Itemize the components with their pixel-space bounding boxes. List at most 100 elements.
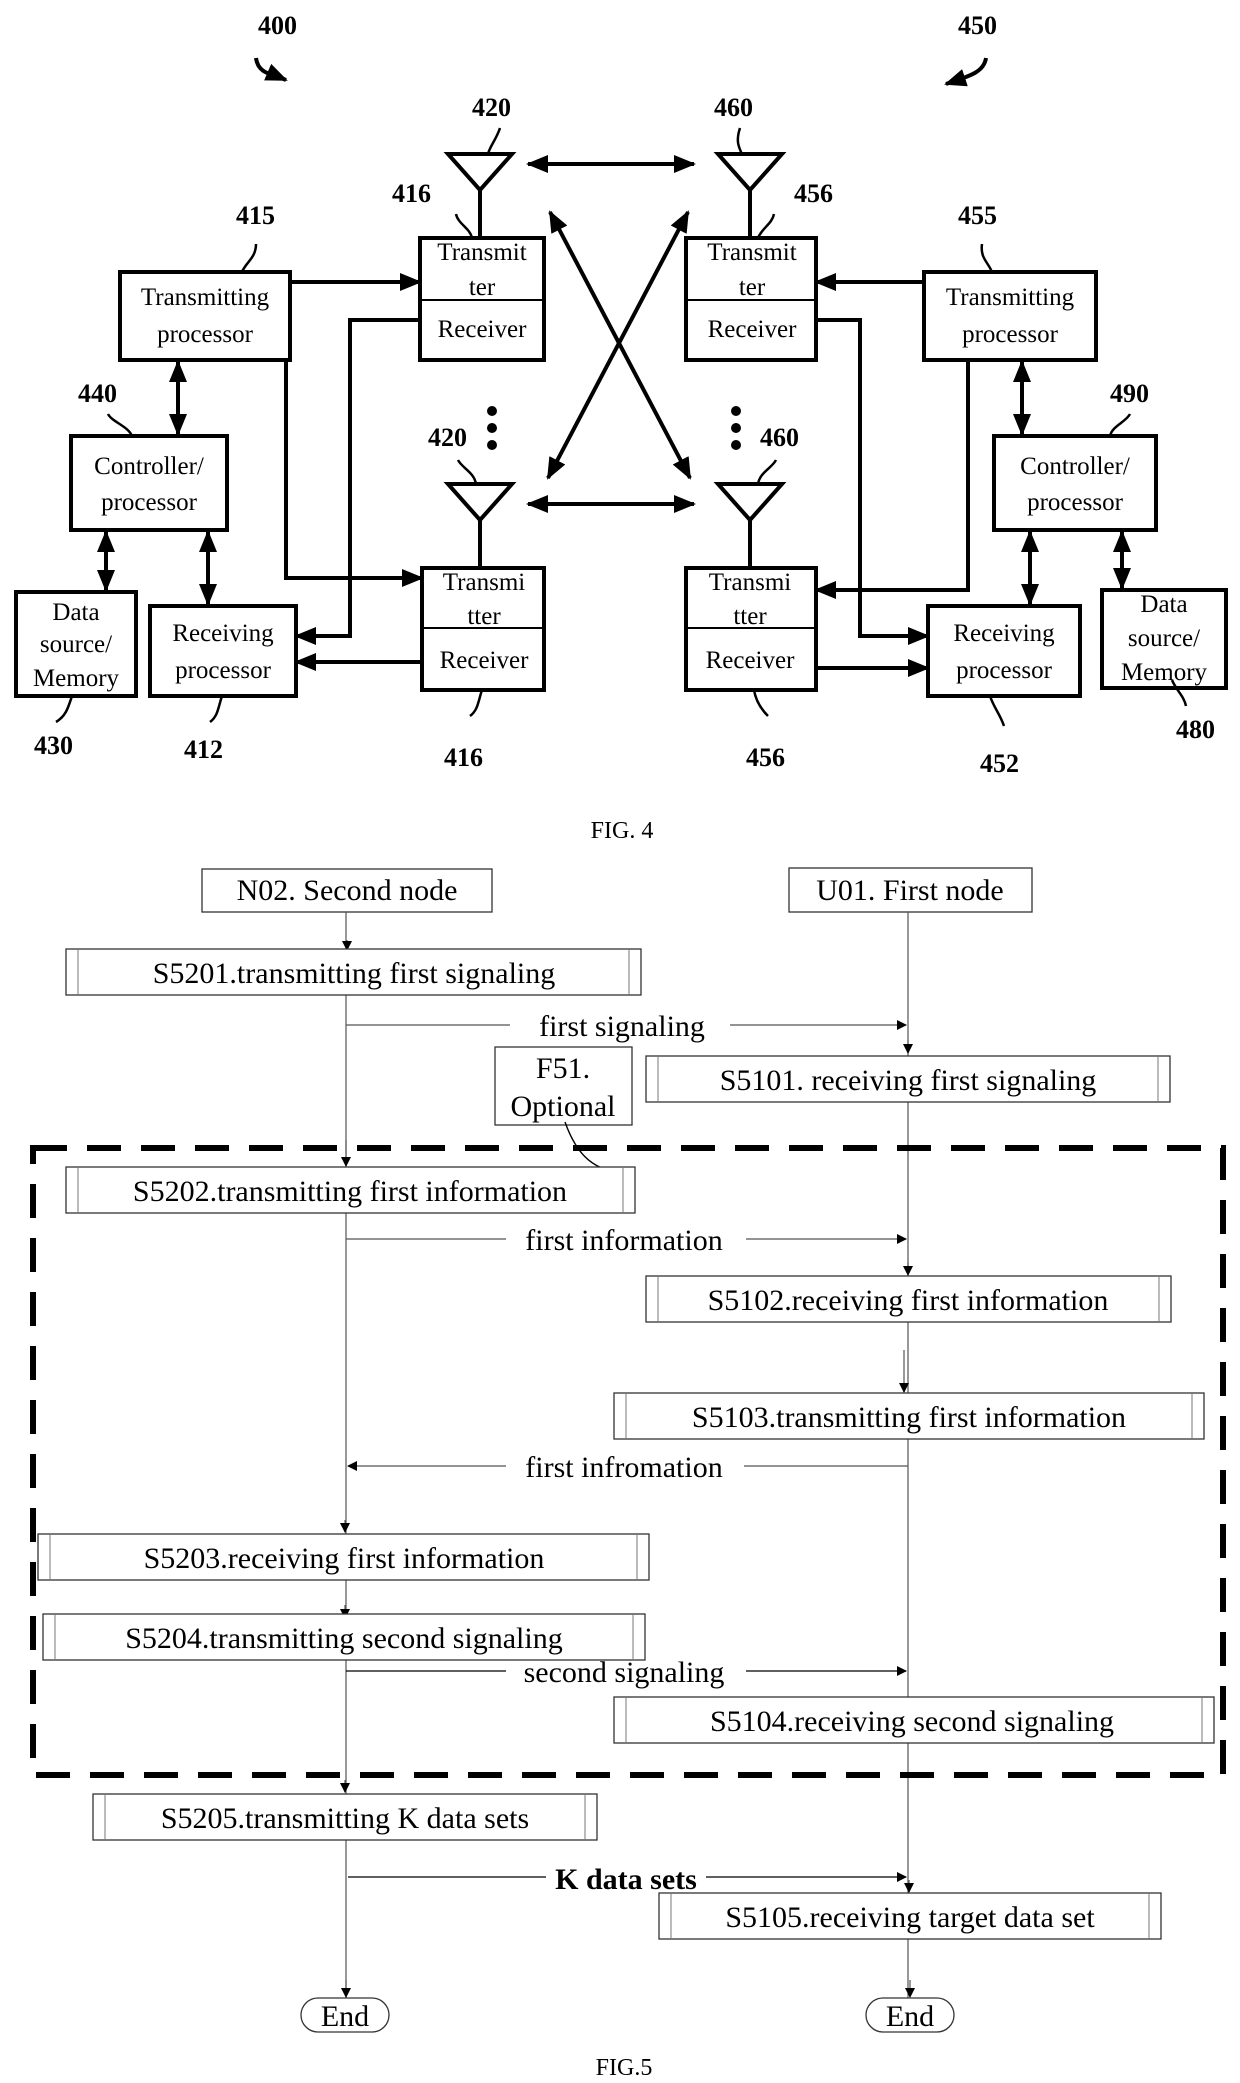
end-right: End (865, 1997, 955, 2033)
rx-proc-label: Receiving (953, 620, 1055, 647)
ref-416-top: 416 (392, 179, 431, 208)
transceiver-right-top: Transmit ter Receiver 456 (684, 179, 833, 362)
tx-proc-label: Transmitting (946, 284, 1075, 311)
node-first-label: U01. First node (816, 874, 1004, 907)
step-s5202: S5202.transmitting first information (65, 1166, 636, 1214)
step-s5101: S5101. receiving first signaling (645, 1055, 1171, 1103)
patent-figures: 400 450 420 460 420 460 Transmit ter Rec… (14, 11, 1228, 2081)
ref-460-top: 460 (714, 93, 753, 122)
ref-456-bottom: 456 (746, 743, 785, 772)
message-second-signaling: second signaling (346, 1656, 907, 1689)
step-s5202-label: S5202.transmitting first information (133, 1175, 567, 1208)
receiver-label: Receiver (706, 647, 796, 674)
step-s5103-label: S5103.transmitting first information (692, 1401, 1126, 1434)
message-label: first infromation (525, 1451, 722, 1484)
step-s5204-label: S5204.transmitting second signaling (125, 1622, 562, 1655)
tx-proc-label-cont: processor (157, 321, 253, 348)
memory-label-cont: source/ (1128, 625, 1200, 652)
message-label: first signaling (539, 1010, 705, 1043)
step-s5103: S5103.transmitting first information (613, 1392, 1205, 1440)
step-s5105: S5105.receiving target data set (658, 1892, 1162, 1940)
transmitter-label-cont: tter (733, 603, 767, 630)
step-s5203: S5203.receiving first information (37, 1533, 650, 1581)
tx-processor-left: Transmitting processor 415 (118, 201, 292, 362)
rx-proc-label-cont: processor (956, 657, 1052, 684)
end-right-label: End (886, 2000, 934, 2033)
step-s5104: S5104.receiving second signaling (613, 1696, 1215, 1744)
controller-label: Controller/ (94, 453, 204, 480)
transmitter-label-cont: ter (469, 274, 496, 301)
ref-480: 480 (1176, 715, 1215, 744)
optional-note-line2: Optional (511, 1090, 616, 1123)
ref-430: 430 (34, 731, 73, 760)
step-s5201-label: S5201.transmitting first signaling (153, 957, 556, 990)
transmitter-label: Transmi (443, 569, 525, 596)
transmitter-label: Transmit (707, 239, 796, 266)
transmitter-label: Transmit (437, 239, 526, 266)
transmitter-label: Transmi (709, 569, 791, 596)
ref-490: 490 (1110, 379, 1149, 408)
memory-label: Data (52, 599, 99, 626)
controller-left: Controller/ processor 440 (69, 379, 229, 532)
controller-right: Controller/ processor 490 (992, 379, 1158, 532)
transceiver-left-top: Transmit ter Receiver 416 (392, 179, 546, 362)
ref-400: 400 (258, 11, 297, 40)
controller-label-cont: processor (101, 489, 197, 516)
wireless-links (526, 155, 696, 513)
node-first: U01. First node (788, 867, 1033, 913)
fig5-caption: FIG.5 (596, 2055, 653, 2081)
controller-label: Controller/ (1020, 453, 1130, 480)
message-label: first information (525, 1224, 722, 1257)
step-s5102-label: S5102.receiving first information (708, 1284, 1109, 1317)
step-s5104-label: S5104.receiving second signaling (710, 1705, 1114, 1738)
step-s5205-label: S5205.transmitting K data sets (161, 1802, 529, 1835)
ref-416-bottom: 416 (444, 743, 483, 772)
ref-460-bottom: 460 (760, 423, 799, 452)
receiver-label: Receiver (438, 316, 528, 343)
ref-455: 455 (958, 201, 997, 230)
ref-450: 450 (958, 11, 997, 40)
transmitter-label-cont: ter (739, 274, 766, 301)
fig5: N02. Second node U01. First node F51. Op… (30, 867, 1226, 2081)
ref-arrow-400 (254, 57, 288, 82)
tx-proc-label-cont: processor (962, 321, 1058, 348)
optional-note-line1: F51. (536, 1052, 590, 1085)
rx-proc-label: Receiving (172, 620, 274, 647)
step-s5205: S5205.transmitting K data sets (92, 1793, 598, 1841)
ref-456-top: 456 (794, 179, 833, 208)
antenna-left-bottom: 420 (428, 406, 517, 568)
message-label: K data sets (555, 1863, 697, 1896)
tx-processor-right: Transmitting processor 455 (922, 201, 1098, 362)
controller-label-cont: processor (1027, 489, 1123, 516)
memory-label: Data (1140, 591, 1187, 618)
step-s5203-label: S5203.receiving first information (144, 1542, 545, 1575)
node-second-label: N02. Second node (237, 874, 458, 907)
step-s5102: S5102.receiving first information (645, 1275, 1172, 1323)
ref-420-top: 420 (472, 93, 511, 122)
step-s5204: S5204.transmitting second signaling (42, 1613, 646, 1661)
antenna-right-top: 460 (713, 93, 787, 238)
message-first-infromation-return: first infromation (347, 1451, 908, 1484)
step-s5101-label: S5101. receiving first signaling (720, 1064, 1097, 1097)
ref-440: 440 (78, 379, 117, 408)
message-first-information: first information (346, 1224, 907, 1257)
message-k-data-sets: K data sets (348, 1863, 907, 1896)
ref-arrow-450 (944, 57, 988, 87)
node-second: N02. Second node (201, 868, 493, 913)
optional-note: F51. Optional (494, 1046, 633, 1173)
receiver-label: Receiver (708, 316, 798, 343)
rx-proc-label-cont: processor (175, 657, 271, 684)
ref-452: 452 (980, 749, 1019, 778)
memory-label-cont2: Memory (33, 665, 120, 692)
step-s5201: S5201.transmitting first signaling (65, 948, 642, 996)
ref-415: 415 (236, 201, 275, 230)
message-first-signaling: first signaling (346, 1010, 907, 1043)
transceiver-left-bottom: Transmi tter Receiver 416 (420, 566, 546, 772)
memory-label-cont2: Memory (1121, 659, 1208, 686)
antenna-right-bottom: 460 (713, 406, 799, 568)
memory-right: Data source/ Memory 480 (1100, 588, 1228, 744)
rx-processor-right: Receiving processor 452 (926, 604, 1082, 778)
transceiver-right-bottom: Transmi tter Receiver 456 (684, 566, 818, 772)
receiver-label: Receiver (440, 647, 530, 674)
rx-processor-left: Receiving processor 412 (148, 604, 298, 764)
